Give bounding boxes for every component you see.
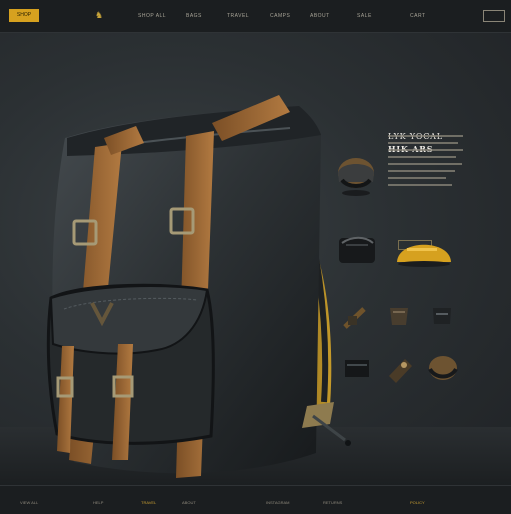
footer-link-returns[interactable]: RETURNS <box>323 500 342 505</box>
footer-link-view-all[interactable]: VIEW ALL <box>20 500 38 505</box>
leather-tag-thumb[interactable] <box>385 354 416 385</box>
footer-link-instagram[interactable]: INSTAGRAM <box>266 500 289 505</box>
description-line <box>388 142 458 144</box>
backpack-image <box>46 95 351 478</box>
footer: VIEW ALL HELP TRAVEL ABOUT INSTAGRAM RET… <box>0 485 511 514</box>
description-line <box>388 170 455 172</box>
shop-button[interactable]: SHOP <box>9 9 39 22</box>
nav-item-bags[interactable]: BAGS <box>186 13 202 19</box>
nav-item-cart[interactable]: CART <box>410 13 426 19</box>
hero-stage: LYK YOCAL HIK ARS <box>0 33 511 485</box>
yellow-case-thumb[interactable] <box>393 231 455 269</box>
description-line <box>388 184 452 186</box>
nav-item-sale[interactable]: SALE <box>357 13 372 19</box>
description-line <box>388 149 463 151</box>
logo-icon: ♞ <box>95 10 104 20</box>
description-line <box>388 156 456 158</box>
footer-link-policy[interactable]: POLICY <box>410 500 425 505</box>
small-bag-thumb[interactable] <box>385 301 413 331</box>
footer-link-help[interactable]: HELP <box>93 500 103 505</box>
footer-link-travel[interactable]: TRAVEL <box>141 500 156 505</box>
description-line <box>388 135 463 137</box>
helmet-product-thumb[interactable] <box>334 153 378 199</box>
nav-item-about[interactable]: ABOUT <box>310 13 330 19</box>
nav-item-camps[interactable]: CAMPS <box>270 13 290 19</box>
black-pouch-thumb[interactable] <box>334 231 380 269</box>
strap-buckle-thumb[interactable] <box>341 303 371 333</box>
top-navigation: SHOP ♞ SHOP ALL BAGS TRAVEL CAMPS ABOUT … <box>0 0 511 33</box>
wallet-thumb[interactable] <box>340 353 374 385</box>
nav-item-shop-all[interactable]: SHOP ALL <box>138 13 166 19</box>
description-line <box>388 163 462 165</box>
description-line <box>388 177 446 179</box>
menu-icon[interactable] <box>483 10 505 22</box>
dark-pack-thumb[interactable] <box>427 302 457 330</box>
footer-link-about[interactable]: ABOUT <box>182 500 196 505</box>
hat-thumb[interactable] <box>426 351 460 385</box>
nav-item-travel[interactable]: TRAVEL <box>227 13 249 19</box>
